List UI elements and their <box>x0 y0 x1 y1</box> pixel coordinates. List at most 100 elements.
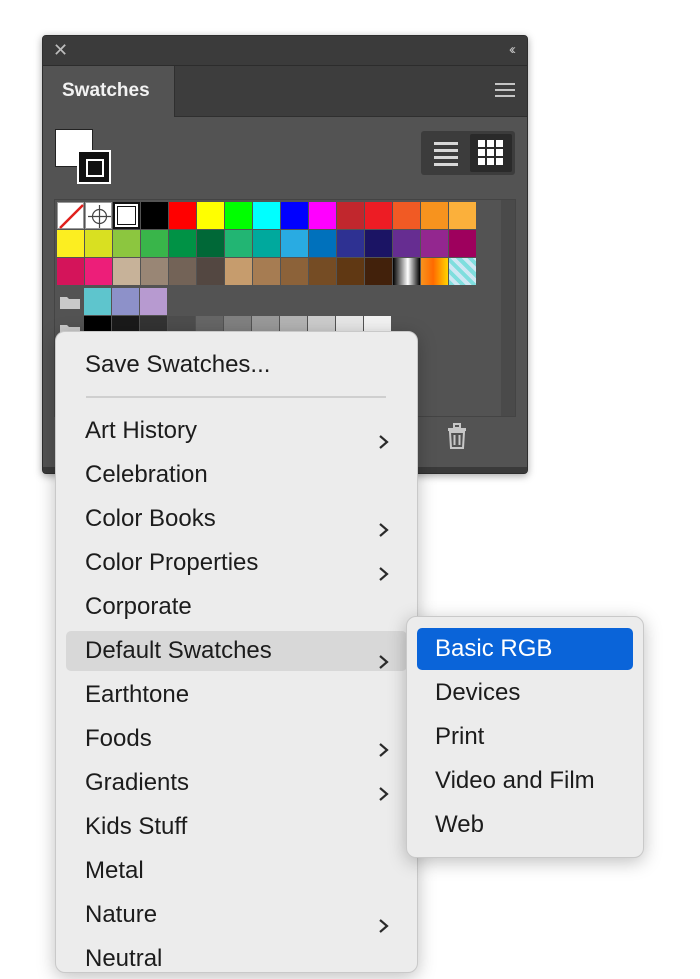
stroke-swatch[interactable] <box>77 150 111 184</box>
swatch[interactable] <box>421 230 448 257</box>
swatch[interactable] <box>140 288 167 315</box>
swatch[interactable] <box>281 202 308 229</box>
swatch[interactable] <box>309 230 336 257</box>
submenu-item-basic-rgb[interactable]: Basic RGB <box>417 628 633 670</box>
menu-item-kids-stuff[interactable]: Kids Stuff <box>66 807 407 847</box>
swatch[interactable] <box>337 230 364 257</box>
swatch[interactable] <box>281 230 308 257</box>
swatch[interactable] <box>225 202 252 229</box>
chevron-right-icon <box>378 731 389 757</box>
menu-item-default-swatches[interactable]: Default Swatches <box>66 631 407 671</box>
swatch[interactable] <box>169 202 196 229</box>
menu-item-label: Color Books <box>85 505 216 532</box>
menu-item-label: Gradients <box>85 769 190 796</box>
list-view-icon[interactable] <box>424 134 466 172</box>
swatch[interactable] <box>84 288 111 315</box>
menu-item-label: Art History <box>85 417 198 444</box>
swatch[interactable] <box>141 230 168 257</box>
swatch[interactable] <box>449 258 476 285</box>
swatch[interactable] <box>197 230 224 257</box>
menu-item-gradients[interactable]: Gradients <box>66 763 407 803</box>
menu-item-art-history[interactable]: Art History <box>66 411 407 451</box>
menu-item-color-books[interactable]: Color Books <box>66 499 407 539</box>
swatch[interactable] <box>57 202 84 229</box>
swatch[interactable] <box>309 258 336 285</box>
swatch[interactable] <box>365 230 392 257</box>
menu-item-metal[interactable]: Metal <box>66 851 407 891</box>
submenu-item-video-and-film[interactable]: Video and Film <box>417 760 633 802</box>
menu-item-earthtone[interactable]: Earthtone <box>66 675 407 715</box>
fill-stroke-indicator[interactable] <box>55 129 115 189</box>
swatch-library-menu: Save Swatches... Art History Celebration C… <box>55 331 418 973</box>
swatch[interactable] <box>253 258 280 285</box>
swatch[interactable] <box>112 288 139 315</box>
swatch[interactable] <box>281 258 308 285</box>
swatch[interactable] <box>113 258 140 285</box>
swatch[interactable] <box>337 202 364 229</box>
menu-item-label: Color Properties <box>85 549 259 576</box>
submenu-item-devices[interactable]: Devices <box>417 672 633 714</box>
menu-item-neutral[interactable]: Neutral <box>66 939 407 979</box>
trash-icon[interactable] <box>445 422 469 450</box>
menu-item-label: Nature <box>85 901 158 928</box>
menu-item-label: Kids Stuff <box>85 813 188 840</box>
panel-menu-icon[interactable] <box>495 83 515 97</box>
menu-item-label: Foods <box>85 725 152 752</box>
swatch[interactable] <box>449 202 476 229</box>
swatch[interactable] <box>141 258 168 285</box>
swatch[interactable] <box>197 258 224 285</box>
close-icon[interactable]: ✕ <box>53 39 68 61</box>
swatch[interactable] <box>225 258 252 285</box>
menu-item-label: Default Swatches <box>85 637 272 664</box>
menu-separator <box>86 396 386 398</box>
menu-item-color-properties[interactable]: Color Properties <box>66 543 407 583</box>
menu-item-corporate[interactable]: Corporate <box>66 587 407 627</box>
folder-icon[interactable] <box>59 294 81 310</box>
swatch[interactable] <box>309 202 336 229</box>
menu-item-label: Earthtone <box>85 681 190 708</box>
swatch[interactable] <box>57 258 84 285</box>
swatch[interactable] <box>337 258 364 285</box>
menu-item-save-swatches[interactable]: Save Swatches... <box>66 345 407 385</box>
chevron-right-icon <box>378 555 389 581</box>
swatch[interactable] <box>169 230 196 257</box>
swatch[interactable] <box>225 230 252 257</box>
menu-item-celebration[interactable]: Celebration <box>66 455 407 495</box>
view-toggle <box>421 131 515 175</box>
swatch[interactable] <box>393 202 420 229</box>
chevron-right-icon <box>378 643 389 669</box>
swatch-scrollbar[interactable] <box>501 200 515 416</box>
swatch[interactable] <box>85 202 112 229</box>
tab-swatches[interactable]: Swatches <box>43 66 175 117</box>
chevron-right-icon <box>378 423 389 449</box>
swatch[interactable] <box>421 258 448 285</box>
swatch[interactable] <box>57 230 84 257</box>
swatch[interactable] <box>365 258 392 285</box>
swatch[interactable] <box>197 202 224 229</box>
menu-item-label: Metal <box>85 857 144 884</box>
panel-titlebar: ✕ ‹‹ <box>43 36 527 66</box>
swatch[interactable] <box>113 202 140 229</box>
chevron-right-icon <box>378 775 389 801</box>
swatch[interactable] <box>85 230 112 257</box>
swatch[interactable] <box>253 230 280 257</box>
menu-item-label: Neutral <box>85 945 163 972</box>
swatch[interactable] <box>253 202 280 229</box>
swatch[interactable] <box>365 202 392 229</box>
collapse-icon[interactable]: ‹‹ <box>509 40 516 60</box>
submenu-item-print[interactable]: Print <box>417 716 633 758</box>
swatch[interactable] <box>169 258 196 285</box>
panel-tabstrip: Swatches <box>43 66 527 117</box>
submenu-item-web[interactable]: Web <box>417 804 633 846</box>
menu-item-nature[interactable]: Nature <box>66 895 407 935</box>
swatch[interactable] <box>141 202 168 229</box>
swatch[interactable] <box>85 258 112 285</box>
swatch[interactable] <box>393 258 420 285</box>
grid-view-icon[interactable] <box>470 134 512 172</box>
swatch[interactable] <box>421 202 448 229</box>
swatch[interactable] <box>113 230 140 257</box>
menu-item-foods[interactable]: Foods <box>66 719 407 759</box>
swatch[interactable] <box>449 230 476 257</box>
swatch[interactable] <box>393 230 420 257</box>
chevron-right-icon <box>378 511 389 537</box>
